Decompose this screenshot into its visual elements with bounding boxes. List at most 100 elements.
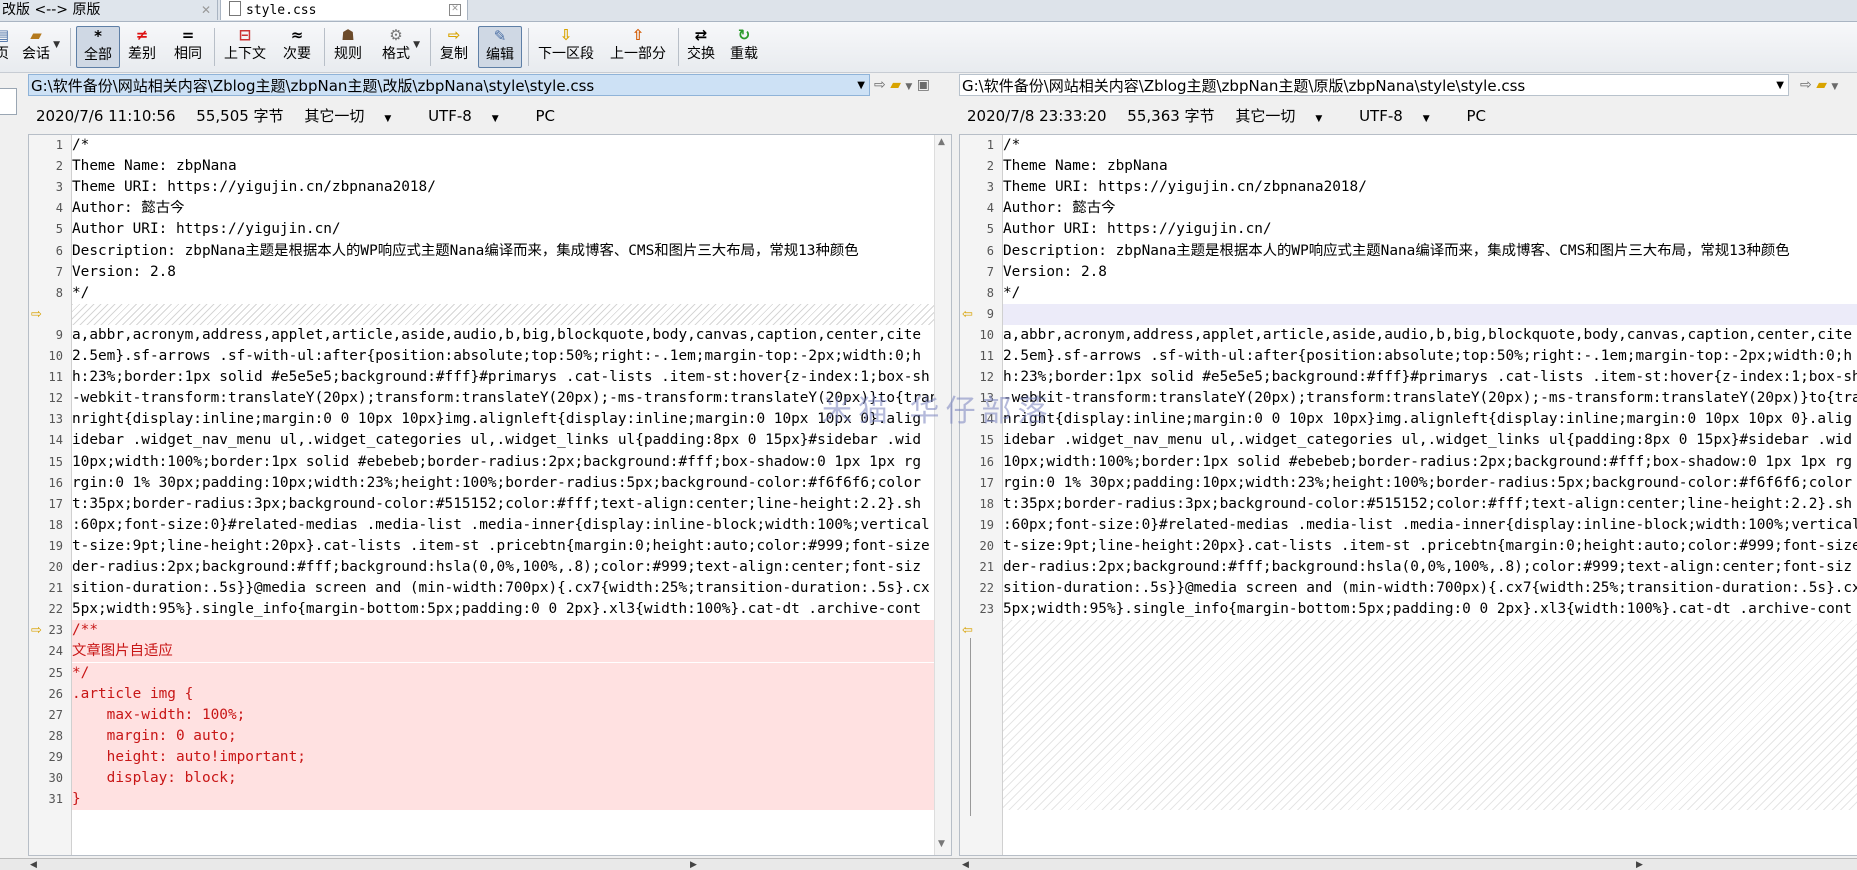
code-line: idebar .widget_nav_menu ul,.widget_categ… [72, 432, 922, 449]
line-number: 6 [986, 243, 994, 258]
added-code-line: height: auto!important; [72, 746, 935, 768]
chevron-down-icon[interactable]: ▼ [857, 75, 865, 97]
line-number: 18 [979, 496, 994, 511]
chevron-down-icon[interactable]: ▼ [53, 40, 60, 50]
left-editor[interactable]: 1 2 3 4 5 6 7 8 ⇨ 9 10 11 12 13 14 15 16 17 18 19 20 21 22 23 24… [28, 134, 952, 856]
close-icon[interactable]: ✕ [449, 4, 461, 16]
line-number: 29 [48, 749, 63, 764]
chevron-down-icon[interactable]: ▼ [413, 40, 420, 50]
added-code-line: 文章图片自适应 [72, 641, 935, 663]
chevron-down-icon[interactable]: ▼ [1831, 82, 1838, 92]
toolbar-separator [214, 28, 215, 66]
code-line: Description: zbpNana主题是根据本人的WP响应式主题Nana编… [1003, 242, 1790, 259]
code-line: Description: zbpNana主题是根据本人的WP响应式主题Nana编… [72, 242, 859, 259]
chevron-down-icon: ▼ [491, 114, 499, 124]
code-line: a,abbr,acronym,address,applet,article,as… [72, 326, 922, 343]
diff-marker-left-icon[interactable]: ⇦ [962, 304, 973, 325]
right-file-info: 2020/7/8 23:33:20 55,363 字节 其它一切 ▼ UTF-8 ▼… [967, 104, 1502, 128]
code-line: Theme Name: zbpNana [72, 158, 237, 175]
right-encoding-select[interactable]: UTF-8 ▼ [1359, 107, 1446, 125]
right-lineend[interactable]: PC [1467, 107, 1487, 125]
copy-button[interactable]: ⇨ 复制 [436, 26, 472, 68]
reload-button[interactable]: ↻ 重载 [726, 26, 762, 68]
chevron-down-icon: ▼ [1315, 114, 1323, 124]
show-all-button[interactable]: * 全部 [76, 26, 120, 68]
save-icon[interactable]: ▣ [917, 77, 930, 93]
left-encoding-select[interactable]: UTF-8 ▼ [428, 107, 515, 125]
right-type-select[interactable]: 其它一切 ▼ [1235, 107, 1338, 125]
added-code-line: } [72, 789, 935, 811]
right-editor[interactable]: 1 2 3 4 5 6 7 8 9 ⇦ 10 11 12 13 14 15 16 17 18 19 20 21 22 23 ⇦ … [959, 134, 1857, 856]
close-icon[interactable]: ✕ [201, 0, 211, 20]
code-line: der-radius:2px;background:#fff;backgroun… [72, 559, 922, 575]
swap-button[interactable]: ⇄ 交换 [684, 26, 718, 68]
horizontal-scrollbars[interactable]: ◀ ▶ ◀ ▶ [0, 858, 1857, 870]
swap-icon: ⇄ [694, 26, 708, 44]
right-path-field[interactable]: G:\软件备份\网站相关内容\Zblog主题\zbpNan主题\原版\zbpNa… [959, 74, 1789, 96]
line-number: 16 [48, 475, 63, 490]
chevron-down-icon[interactable]: ▼ [905, 82, 912, 92]
code-line: Author URI: https://yigujin.cn/ [72, 221, 341, 238]
added-code-line: display: block; [72, 768, 935, 789]
code-line: */ [1003, 284, 1021, 301]
line-number: 12 [979, 370, 994, 385]
code-line: t-size:9pt;line-height:20px}.cat-lists .… [72, 537, 930, 554]
line-number: 4 [55, 201, 63, 216]
format-button[interactable]: ⚙ 格式 ▼ [374, 26, 420, 68]
line-number: 14 [48, 433, 63, 448]
diff-marker-right-icon[interactable]: ⇨ [31, 620, 42, 641]
toolbar-separator [678, 28, 679, 66]
open-folder-icon[interactable]: ▰ [1816, 77, 1827, 93]
line-number: 12 [48, 391, 63, 406]
page-icon: ▤ [0, 26, 10, 44]
open-folder-icon[interactable]: ▰ [890, 77, 901, 93]
show-same-button[interactable]: = 相同 [168, 26, 208, 68]
line-number: 27 [48, 707, 63, 722]
line-number: 5 [55, 222, 63, 237]
minor-button[interactable]: ≈ 次要 [278, 26, 316, 68]
page-button[interactable]: ▤ 页 [0, 26, 10, 68]
tab-bar: 改版 <--> 原版 ✕ style.css ✕ [0, 0, 1857, 22]
next-section-button[interactable]: ⇩ 下一区段 [534, 26, 598, 68]
line-number: 21 [979, 560, 994, 574]
session-button[interactable]: ▰ 会话 ▼ [14, 26, 60, 68]
diff-marker-right-icon[interactable]: ⇨ [31, 304, 42, 325]
session-icon: ▰ [30, 26, 42, 44]
code-line: a,abbr,acronym,address,applet,article,as… [1003, 326, 1853, 343]
left-path-field[interactable]: G:\软件备份\网站相关内容\Zblog主题\zbpNan主题\改版\zbpNa… [28, 74, 870, 96]
equal-icon: = [181, 26, 195, 44]
left-lineend[interactable]: PC [536, 107, 556, 125]
left-code-area[interactable]: /* Theme Name: zbpNana Theme URI: https://… [72, 135, 935, 855]
reload-icon: ↻ [737, 26, 751, 44]
rules-button[interactable]: ☗ 规则 [330, 26, 366, 68]
code-line: nright{display:inline;margin:0 0 10px 10… [72, 411, 922, 428]
left-datetime: 2020/7/6 11:10:56 [36, 107, 176, 125]
right-datetime: 2020/7/8 23:33:20 [967, 107, 1107, 125]
left-type-select[interactable]: 其它一切 ▼ [304, 107, 407, 125]
right-code-area[interactable]: /* Theme Name: zbpNana Theme URI: https://… [1003, 135, 1857, 855]
left-vertical-scrollbar[interactable]: ▲ ▼ [934, 135, 951, 855]
diff-marker-left-icon[interactable]: ⇦ [962, 620, 973, 641]
tab-session[interactable]: 改版 <--> 原版 ✕ [0, 0, 218, 20]
code-line: 2.5em}.sf-arrows .sf-with-ul:after{posit… [72, 348, 922, 364]
line-number: 7 [986, 264, 994, 279]
tab-file[interactable]: style.css ✕ [220, 0, 468, 20]
code-line: t:35px;border-radius:3px;background-colo… [1003, 495, 1853, 512]
code-line: der-radius:2px;background:#fff;backgroun… [1003, 559, 1853, 575]
edit-button[interactable]: ✎ 编辑 [478, 26, 522, 68]
not-equal-icon: ≠ [135, 26, 149, 44]
next-arrow-icon[interactable]: ⇨ [874, 77, 886, 93]
context-button[interactable]: ⊟ 上下文 [220, 26, 270, 68]
line-number: 7 [55, 264, 63, 279]
show-diff-button[interactable]: ≠ 差别 [124, 26, 160, 68]
line-number: 3 [986, 180, 994, 195]
prev-section-button[interactable]: ⇧ 上一部分 [606, 26, 670, 68]
code-line: Version: 2.8 [1003, 263, 1107, 280]
code-line: :60px;font-size:0}#related-medias .media… [72, 516, 930, 533]
up-arrow-icon: ⇧ [631, 26, 645, 44]
toolbar-separator [324, 28, 325, 66]
line-number: 18 [48, 517, 63, 532]
next-arrow-icon[interactable]: ⇨ [1800, 77, 1812, 93]
chevron-down-icon[interactable]: ▼ [1776, 75, 1784, 97]
right-path-actions: ⇨ ▰ ▼ [1800, 74, 1838, 96]
